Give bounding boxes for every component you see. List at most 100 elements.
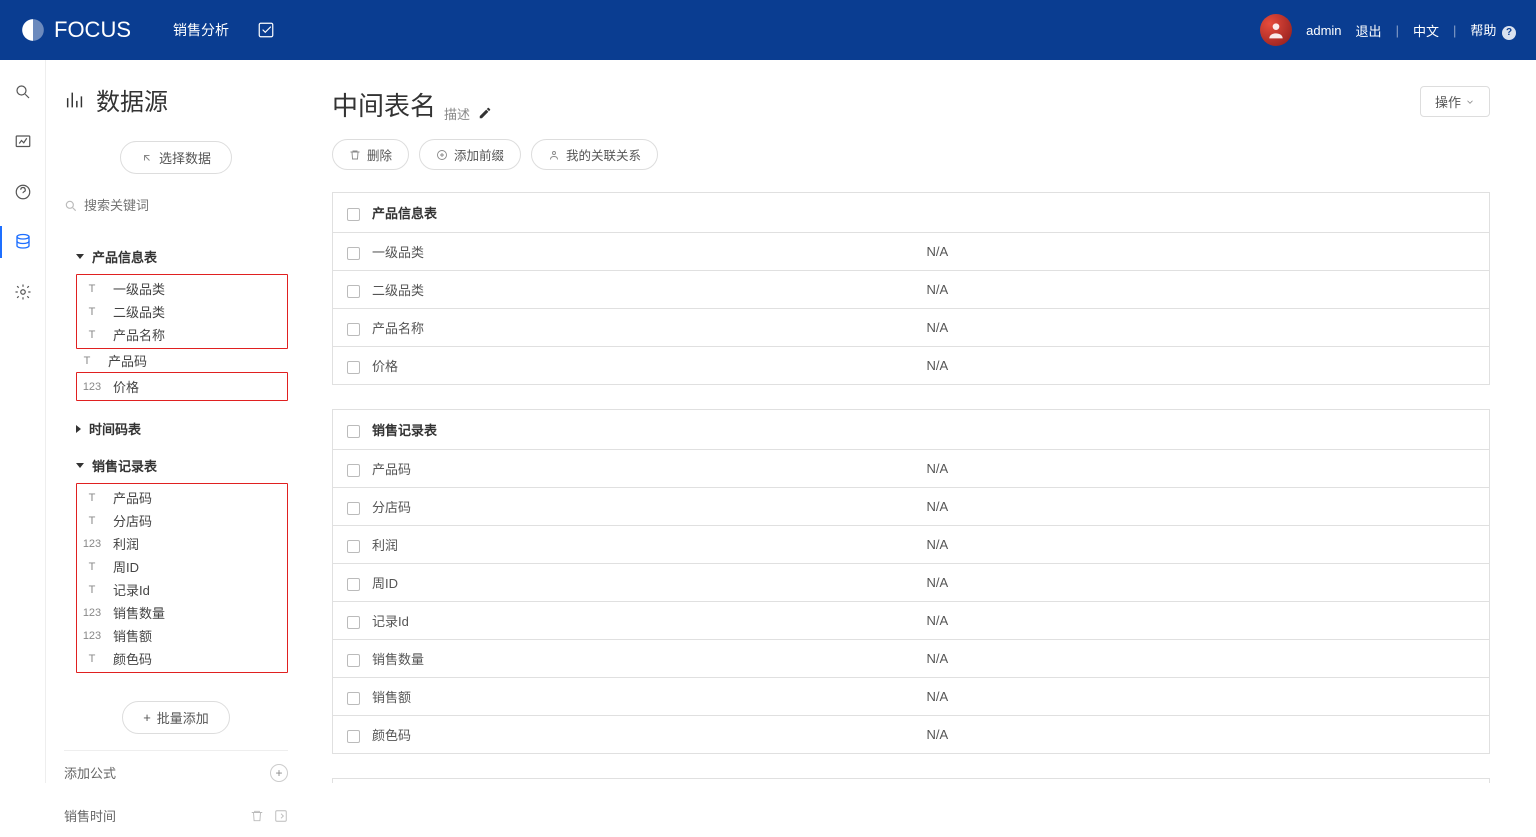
batch-add-button[interactable]: + 批量添加 <box>122 701 230 734</box>
field-item[interactable]: 123利润 <box>81 532 283 555</box>
field-tree: 产品信息表 T一级品类 T二级品类 T产品名称 T产品码 123价格 时间码表 <box>46 221 306 681</box>
type-text-icon: T <box>81 329 103 341</box>
field-item[interactable]: 123销售数量 <box>81 601 283 624</box>
caret-right-icon <box>76 425 81 433</box>
checkbox[interactable] <box>347 425 360 438</box>
tree-group-time-code[interactable]: 时间码表 <box>76 419 288 438</box>
type-text-icon: T <box>81 561 103 573</box>
checkbox[interactable] <box>347 323 360 336</box>
table-row[interactable]: 销售额N/A <box>333 678 1490 716</box>
datasource-icon[interactable] <box>13 232 33 252</box>
add-prefix-button[interactable]: 添加前缀 <box>419 139 521 170</box>
user-area: admin 退出 | 中文 | 帮助 ? <box>1260 14 1516 46</box>
field-item[interactable]: T产品码 <box>76 349 288 372</box>
checkbox[interactable] <box>347 654 360 667</box>
caret-down-icon <box>76 254 84 259</box>
type-text-icon: T <box>76 355 98 367</box>
checkbox[interactable] <box>347 578 360 591</box>
table-row[interactable]: 二级品类N/A <box>333 271 1490 309</box>
type-text-icon: T <box>81 306 103 318</box>
left-icon-rail <box>0 60 46 783</box>
field-item[interactable]: T记录Id <box>81 578 283 601</box>
nav-sales-analysis[interactable]: 销售分析 <box>173 20 229 40</box>
checkbox[interactable] <box>347 247 360 260</box>
field-item[interactable]: T周ID <box>81 555 283 578</box>
add-formula-row[interactable]: 添加公式 + <box>46 751 306 794</box>
type-text-icon: T <box>81 584 103 596</box>
delete-button[interactable]: 删除 <box>332 139 409 170</box>
language-switch[interactable]: 中文 <box>1413 21 1439 40</box>
checkbox[interactable] <box>347 502 360 515</box>
field-item[interactable]: T分店码 <box>81 509 283 532</box>
edit-icon[interactable] <box>274 809 288 823</box>
table-row[interactable]: 利润N/A <box>333 526 1490 564</box>
tree-group-sales-record[interactable]: 销售记录表 <box>76 456 288 475</box>
type-text-icon: T <box>81 515 103 527</box>
checkbox[interactable] <box>347 616 360 629</box>
type-text-icon: T <box>81 653 103 665</box>
table-row[interactable]: 产品名称N/A <box>333 309 1490 347</box>
circle-plus-icon <box>436 149 448 161</box>
search-input[interactable] <box>84 198 288 213</box>
edit-dashboard-icon[interactable] <box>257 21 275 39</box>
circle-plus-icon[interactable]: + <box>270 764 288 782</box>
table-row[interactable]: 分店码N/A <box>333 488 1490 526</box>
checkbox[interactable] <box>347 361 360 374</box>
formula-section: 公式 销售时间 <box>332 778 1490 783</box>
page-title: 数据源 <box>46 82 306 117</box>
field-item[interactable]: T一级品类 <box>81 277 283 300</box>
trash-icon[interactable] <box>250 809 264 823</box>
brand-text: FOCUS <box>54 17 131 43</box>
field-item[interactable]: T颜色码 <box>81 647 283 670</box>
field-item[interactable]: 123销售额 <box>81 624 283 647</box>
table-row[interactable]: 记录IdN/A <box>333 602 1490 640</box>
type-number-icon: 123 <box>81 538 103 550</box>
help-link[interactable]: 帮助 ? <box>1470 20 1516 40</box>
top-header: FOCUS 销售分析 admin 退出 | 中文 | 帮助 ? <box>0 0 1536 60</box>
trash-icon <box>349 149 361 161</box>
search-icon <box>64 199 78 213</box>
actions-dropdown[interactable]: 操作 <box>1420 86 1490 117</box>
select-data-button[interactable]: 选择数据 <box>120 141 232 174</box>
table-sales-record: 销售记录表 产品码N/A 分店码N/A 利润N/A 周IDN/A 记录IdN/A… <box>332 409 1490 754</box>
search-field[interactable] <box>46 190 306 221</box>
checkbox[interactable] <box>347 692 360 705</box>
table-row[interactable]: 销售数量N/A <box>333 640 1490 678</box>
table-row[interactable]: 一级品类N/A <box>333 233 1490 271</box>
help-icon[interactable] <box>13 182 33 202</box>
type-number-icon: 123 <box>81 607 103 619</box>
username[interactable]: admin <box>1306 23 1341 38</box>
search-icon[interactable] <box>13 82 33 102</box>
dashboard-icon[interactable] <box>13 132 33 152</box>
table-row[interactable]: 价格N/A <box>333 347 1490 385</box>
checkbox[interactable] <box>347 464 360 477</box>
pencil-icon[interactable] <box>478 106 492 123</box>
avatar[interactable] <box>1260 14 1292 46</box>
brand-logo[interactable]: FOCUS <box>20 17 131 43</box>
chevron-down-icon <box>1465 97 1475 107</box>
field-item[interactable]: T产品码 <box>81 486 283 509</box>
field-item[interactable]: T产品名称 <box>81 323 283 346</box>
table-header: 产品信息表 <box>372 206 437 221</box>
my-relations-button[interactable]: 我的关联关系 <box>531 139 658 170</box>
type-number-icon: 123 <box>81 630 103 642</box>
field-item[interactable]: T二级品类 <box>81 300 283 323</box>
settings-icon[interactable] <box>13 282 33 302</box>
type-text-icon: T <box>81 283 103 295</box>
checkbox[interactable] <box>347 730 360 743</box>
chart-bars-icon <box>64 89 86 111</box>
field-item[interactable]: 123价格 <box>81 375 283 398</box>
desc-label: 描述 <box>444 104 470 123</box>
table-row[interactable]: 产品码N/A <box>333 450 1490 488</box>
type-number-icon: 123 <box>81 381 103 393</box>
checkbox[interactable] <box>347 285 360 298</box>
checkbox[interactable] <box>347 208 360 221</box>
arrow-nw-icon <box>141 152 153 164</box>
table-row[interactable]: 颜色码N/A <box>333 716 1490 754</box>
sale-time-row[interactable]: 销售时间 <box>46 794 306 837</box>
sidebar: 数据源 选择数据 产品信息表 T一级品类 T二级品类 T产品名称 <box>46 60 306 783</box>
table-row[interactable]: 周IDN/A <box>333 564 1490 602</box>
checkbox[interactable] <box>347 540 360 553</box>
tree-group-product-info[interactable]: 产品信息表 <box>76 247 288 266</box>
logout-link[interactable]: 退出 <box>1356 21 1382 40</box>
